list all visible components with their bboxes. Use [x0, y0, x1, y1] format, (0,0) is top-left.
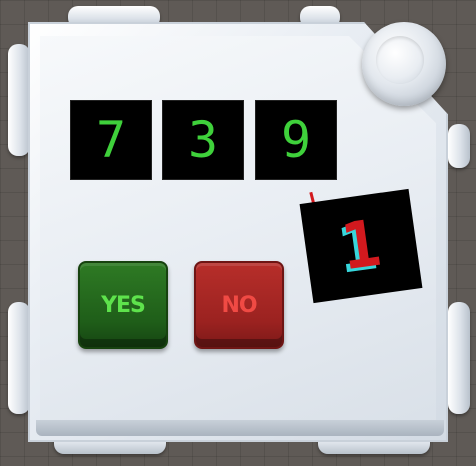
- yes-button[interactable]: YES: [78, 261, 168, 349]
- digit-display-1: 7: [71, 101, 151, 179]
- side-digit: 1 1: [333, 207, 385, 289]
- status-light-icon: [362, 22, 446, 106]
- digit-display-1-value: 7: [95, 111, 127, 169]
- digit-display-2: 3: [163, 101, 243, 179]
- digit-display-3: 9: [256, 101, 336, 179]
- digit-display-3-value: 9: [280, 111, 312, 169]
- no-button[interactable]: NO: [194, 261, 284, 349]
- side-digit-display: 1 1: [299, 188, 423, 304]
- right-rail-bottom: [448, 302, 470, 414]
- no-button-label: NO: [221, 292, 257, 318]
- yes-button-label: YES: [101, 292, 146, 318]
- right-rail-top: [448, 124, 470, 168]
- module-bevel: [36, 420, 444, 436]
- left-rail-bottom: [8, 302, 30, 414]
- digit-display-2-value: 3: [187, 111, 219, 169]
- left-rail-top: [8, 44, 30, 156]
